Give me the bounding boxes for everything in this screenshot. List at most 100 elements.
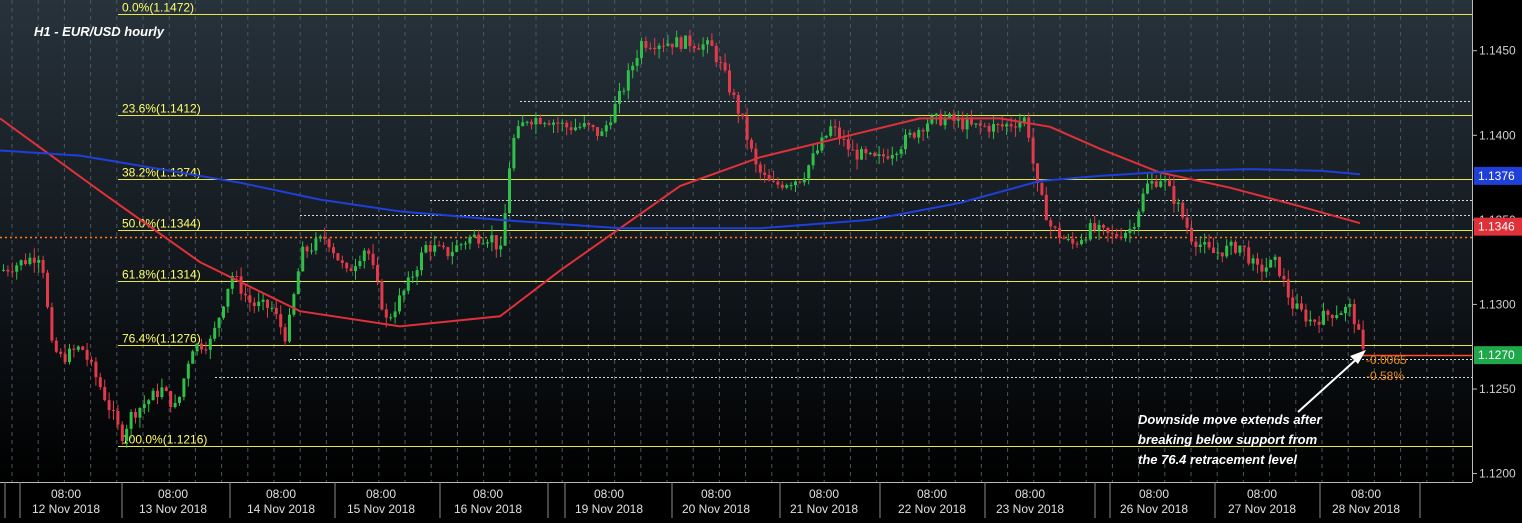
candle-body	[732, 92, 736, 96]
candle-body	[741, 113, 745, 117]
candle-body	[380, 281, 384, 310]
candle-body	[1229, 241, 1233, 246]
candle-body	[1110, 232, 1114, 235]
candle-body	[63, 353, 67, 363]
candle-body	[948, 113, 951, 118]
candle-body	[1066, 238, 1070, 240]
time-tick-label: 08:00	[158, 487, 188, 501]
candle-body	[626, 70, 630, 91]
date-tick-label: 22 Nov 2018	[898, 502, 966, 516]
candle-body	[970, 119, 973, 125]
candle-body	[1330, 314, 1334, 319]
date-tick-label: 19 Nov 2018	[575, 502, 643, 516]
candle-body	[424, 245, 428, 253]
candle-body	[208, 338, 212, 350]
candle-body	[406, 277, 410, 291]
candle-body	[534, 117, 538, 125]
candle-body	[521, 122, 525, 127]
candle-body	[1058, 227, 1061, 238]
candle-body	[1295, 303, 1299, 309]
candle-body	[785, 185, 789, 188]
candle-body	[1071, 238, 1075, 244]
candle-body	[239, 276, 243, 294]
candle-body	[1102, 224, 1105, 228]
change-absolute: -0.0065	[1366, 353, 1407, 367]
date-tick-label: 20 Nov 2018	[682, 502, 750, 516]
candle-body	[842, 138, 846, 140]
candle-body	[296, 271, 300, 295]
candle-body	[182, 378, 186, 397]
candle-body	[917, 130, 921, 138]
candle-body	[965, 119, 969, 130]
candle-body	[1000, 124, 1004, 127]
annotation-line-1: Downside move extends after	[1138, 412, 1322, 427]
candle-body	[248, 295, 252, 303]
candle-body	[868, 152, 872, 154]
candle-body	[609, 122, 613, 126]
candle-body	[98, 377, 102, 388]
candle-body	[10, 271, 14, 273]
chart-title: H1 - EUR/USD hourly	[34, 24, 165, 39]
candle-body	[895, 153, 899, 155]
candle-body	[1225, 245, 1229, 257]
candle-body	[1308, 319, 1312, 322]
candle-body	[1304, 309, 1308, 322]
candle-body	[552, 122, 555, 125]
candle-body	[565, 122, 569, 128]
candle-body	[1176, 202, 1180, 204]
candle-body	[1212, 247, 1215, 253]
candle-body	[728, 70, 731, 93]
candle-body	[120, 424, 124, 442]
candle-body	[393, 311, 397, 318]
candle-body	[569, 127, 573, 131]
candle-body	[1159, 181, 1163, 187]
candle-body	[362, 250, 366, 262]
candle-body	[371, 253, 375, 266]
fib-label: 100.0%(1.1216)	[122, 433, 207, 447]
candle-body	[692, 45, 696, 49]
candle-body	[200, 343, 203, 350]
candle-body	[94, 361, 98, 378]
candle-body	[1220, 252, 1224, 257]
candle-body	[754, 148, 758, 165]
fib-label: 0.0%(1.1472)	[122, 1, 194, 15]
fib-label: 76.4%(1.1276)	[122, 332, 201, 346]
candle-body	[1242, 245, 1246, 248]
candle-body	[336, 253, 340, 261]
candle-body	[279, 314, 283, 328]
candle-body	[134, 412, 137, 418]
candle-body	[310, 250, 313, 252]
candle-body	[833, 126, 837, 128]
candle-body	[904, 134, 907, 150]
candle-body	[252, 302, 256, 307]
candle-body	[486, 242, 489, 244]
candle-body	[635, 57, 639, 66]
candle-body	[1005, 124, 1009, 127]
candle-body	[358, 261, 362, 267]
candle-body	[1119, 236, 1123, 239]
candle-body	[46, 272, 49, 308]
fib-label: 38.2%(1.1374)	[122, 166, 201, 180]
candle-body	[1238, 245, 1242, 253]
date-tick-label: 16 Nov 2018	[454, 502, 522, 516]
candle-body	[684, 35, 687, 49]
candle-body	[420, 252, 423, 271]
candle-body	[142, 404, 146, 409]
candle-body	[15, 265, 19, 272]
candle-body	[112, 410, 115, 412]
candle-body	[2, 269, 5, 271]
candle-body	[1194, 241, 1198, 248]
time-tick-label: 08:00	[1351, 487, 1381, 501]
price-tick-label: 1.1400	[1479, 128, 1516, 142]
candle-body	[1168, 180, 1171, 186]
candle-body	[455, 245, 459, 252]
candle-body	[292, 294, 296, 315]
candle-body	[530, 121, 533, 125]
candle-body	[525, 121, 529, 123]
candle-body	[1198, 244, 1202, 248]
candle-body	[1053, 226, 1057, 228]
candle-body	[490, 235, 494, 243]
candle-body	[877, 154, 881, 157]
candle-body	[758, 164, 762, 173]
candle-body	[860, 149, 863, 160]
